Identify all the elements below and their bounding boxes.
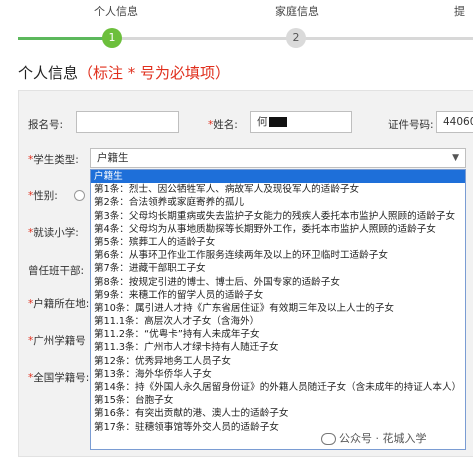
dropdown-option[interactable]: 第8条：按规定引进的博士、博士后、外国专家的适龄子女	[91, 276, 465, 289]
student-type-select[interactable]: 户籍生 ▼	[90, 148, 466, 168]
progress-steps: 个人信息 家庭信息 提 1 2	[0, 0, 473, 52]
section-title-text: 个人信息	[18, 64, 79, 82]
name-input[interactable]: 何	[250, 111, 352, 133]
watermark: 公众号 · 花城入学	[318, 429, 430, 447]
dropdown-option[interactable]: 第12条：优秀异地务工人员子女	[91, 355, 465, 368]
dropdown-option[interactable]: 第16条：有突出贡献的港、澳人士的适龄子女	[91, 407, 465, 420]
dropdown-option[interactable]: 第7条：进藏干部职工子女	[91, 262, 465, 275]
step-1-circle: 1	[102, 28, 122, 48]
dropdown-option[interactable]: 第11.1条：高层次人才子女（含海外）	[91, 315, 465, 328]
dropdown-option[interactable]: 第10条：属引进人才持《广东省居住证》有效期三年及以上人士的子女	[91, 302, 465, 315]
progress-line	[300, 37, 473, 40]
wechat-icon	[321, 433, 336, 445]
dropdown-option[interactable]: 第2条：合法领养或家庭寄养的孤儿	[91, 196, 465, 209]
dropdown-option[interactable]: 第11.3条：广州市人才绿卡持有人随迁子女	[91, 341, 465, 354]
hukou-label: *户籍所在地:	[28, 298, 90, 310]
dropdown-option[interactable]: 第9条：来穗工作的留学人员的适龄子女	[91, 289, 465, 302]
national-student-no-label: *全国学籍号:	[28, 372, 90, 384]
step-2-circle: 2	[286, 28, 306, 48]
dropdown-option[interactable]: 第14条：持《外国人永久居留身份证》的外籍人员随迁子女（含未成年的持证人本人）	[91, 381, 465, 394]
dropdown-option[interactable]: 第5条：殡葬工人的适龄子女	[91, 236, 465, 249]
dropdown-option[interactable]: 第4条：父母均为从事地质勘探等长期野外工作，委托本市监护人照顾的适龄子女	[91, 223, 465, 236]
id-no-label: 证件号码:	[388, 119, 434, 131]
step-label-personal: 个人信息	[94, 5, 138, 18]
primary-school-label: *就读小学:	[28, 227, 79, 239]
name-value: 何	[257, 116, 268, 128]
dropdown-option[interactable]: 户籍生	[91, 170, 465, 184]
signup-no-label: 报名号:	[28, 119, 64, 131]
student-type-label: *学生类型:	[28, 154, 79, 166]
watermark-text: 公众号 · 花城入学	[339, 432, 427, 445]
class-cadre-label: 曾任班干部:	[28, 265, 85, 277]
student-type-value: 户籍生	[97, 152, 129, 164]
name-label: *姓名:	[208, 119, 238, 131]
gender-radio[interactable]	[74, 190, 85, 201]
student-type-dropdown[interactable]: 户籍生 第1条：烈士、因公牺牲军人、病故军人及现役军人的适龄子女 第2条：合法领…	[90, 169, 466, 450]
dropdown-option[interactable]: 第6条：从事环卫作业工作服务连续两年及以上的环卫临时工适龄子女	[91, 249, 465, 262]
gz-student-no-label: *广州学籍号	[28, 335, 86, 347]
dropdown-option[interactable]: 第13条：海外华侨华人子女	[91, 368, 465, 381]
gender-label: *性别:	[28, 190, 58, 202]
redaction-block	[268, 117, 287, 127]
dropdown-option[interactable]: 第15条：台胞子女	[91, 394, 465, 407]
progress-line-done	[18, 37, 108, 40]
chevron-down-icon: ▼	[452, 153, 459, 163]
dropdown-option[interactable]: 第1条：烈士、因公牺牲军人、病故军人及现役军人的适龄子女	[91, 183, 465, 196]
step-label-family: 家庭信息	[275, 5, 319, 18]
id-no-input[interactable]: 44060	[436, 111, 473, 133]
step-label-submit: 提	[454, 5, 465, 18]
dropdown-option[interactable]: 第11.2条：“优粤卡”持有人未成年子女	[91, 328, 465, 341]
signup-no-input[interactable]	[76, 111, 179, 133]
dropdown-option[interactable]: 第3条：父母均长期重病或失去监护子女能力的残疾人委托本市监护人照顾的适龄子女	[91, 210, 465, 223]
required-note: （标注 * 号为必填项）	[78, 64, 231, 82]
progress-line	[118, 37, 288, 40]
section-title: 个人信息（标注 * 号为必填项）	[18, 62, 230, 83]
